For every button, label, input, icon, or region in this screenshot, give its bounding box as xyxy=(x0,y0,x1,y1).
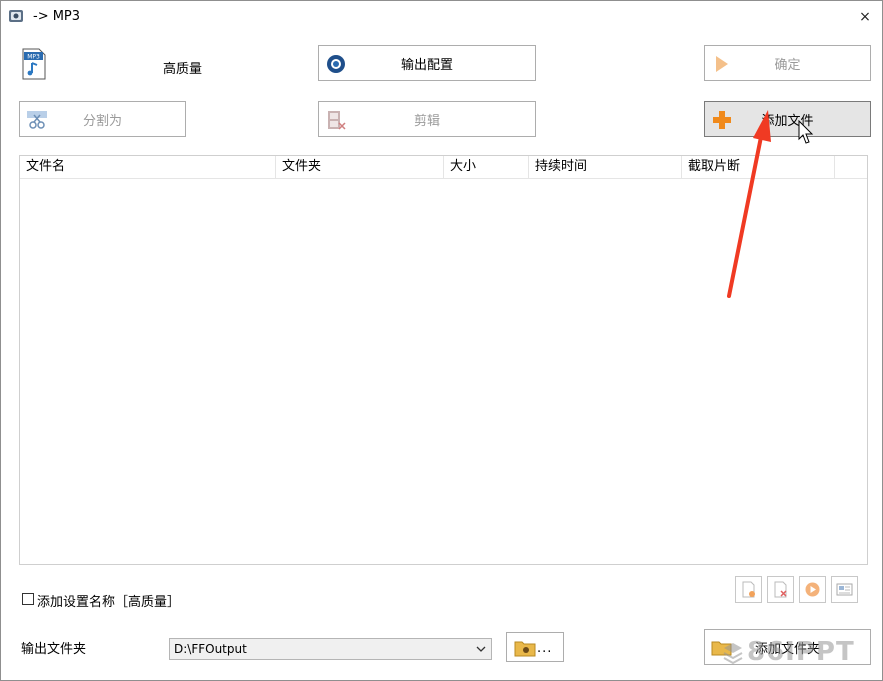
output-config-button[interactable]: 输出配置 xyxy=(318,45,536,81)
output-folder-dropdown[interactable]: D:\FFOutput xyxy=(169,638,492,660)
edit-button[interactable]: 剪辑 xyxy=(318,101,536,137)
output-config-label: 输出配置 xyxy=(400,57,453,73)
add-file-button[interactable]: 添加文件 xyxy=(704,101,871,137)
quality-label: 高质量 xyxy=(163,62,203,77)
app-icon xyxy=(9,10,23,22)
column-header-size[interactable]: 大小 xyxy=(444,156,529,178)
split-label: 分割为 xyxy=(82,113,122,129)
add-file-label: 添加文件 xyxy=(761,113,814,129)
browse-folder-button[interactable]: ... xyxy=(506,632,564,662)
output-folder-label: 输出文件夹 xyxy=(21,642,87,657)
file-list[interactable]: 文件名 文件夹 大小 持续时间 截取片断 xyxy=(19,155,868,565)
watermark-text: 86IPPT xyxy=(747,637,855,667)
window-title: -> MP3 xyxy=(33,9,81,24)
chevron-down-icon xyxy=(476,646,486,652)
mouse-cursor-icon xyxy=(798,120,814,144)
output-folder-value: D:\FFOutput xyxy=(174,642,247,656)
browse-dots: ... xyxy=(537,641,553,656)
ok-label: 确定 xyxy=(774,57,801,73)
close-button[interactable]: × xyxy=(853,5,877,29)
ok-button[interactable]: 确定 xyxy=(704,45,871,81)
play-icon xyxy=(805,582,820,597)
column-header-folder[interactable]: 文件夹 xyxy=(276,156,444,178)
split-button[interactable]: 分割为 xyxy=(19,101,186,137)
title-bar: -> MP3 × xyxy=(1,1,882,33)
svg-text:MP3: MP3 xyxy=(27,54,40,61)
folder-icon xyxy=(514,641,536,657)
edit-label: 剪辑 xyxy=(413,113,440,129)
remove-item-button[interactable] xyxy=(767,576,794,603)
converter-window: -> MP3 × MP3 高质量 输出配置 确定 分割为 剪辑 添加文件 文件名… xyxy=(0,0,883,681)
file-list-header: 文件名 文件夹 大小 持续时间 截取片断 xyxy=(20,156,867,179)
media-info-button[interactable] xyxy=(831,576,858,603)
column-header-clip[interactable]: 截取片断 xyxy=(682,156,835,178)
info-card-icon xyxy=(836,583,853,596)
column-header-filename[interactable]: 文件名 xyxy=(20,156,276,178)
page-remove-icon xyxy=(774,581,787,598)
play-item-button[interactable] xyxy=(799,576,826,603)
mp3-file-icon: MP3 xyxy=(22,48,46,80)
watermark-logo-icon xyxy=(723,643,743,665)
page-add-icon xyxy=(742,581,755,598)
add-name-label[interactable]: 添加设置名称［高质量］ xyxy=(37,591,180,610)
add-name-checkbox[interactable] xyxy=(22,593,34,605)
column-header-duration[interactable]: 持续时间 xyxy=(529,156,682,178)
new-item-button[interactable] xyxy=(735,576,762,603)
